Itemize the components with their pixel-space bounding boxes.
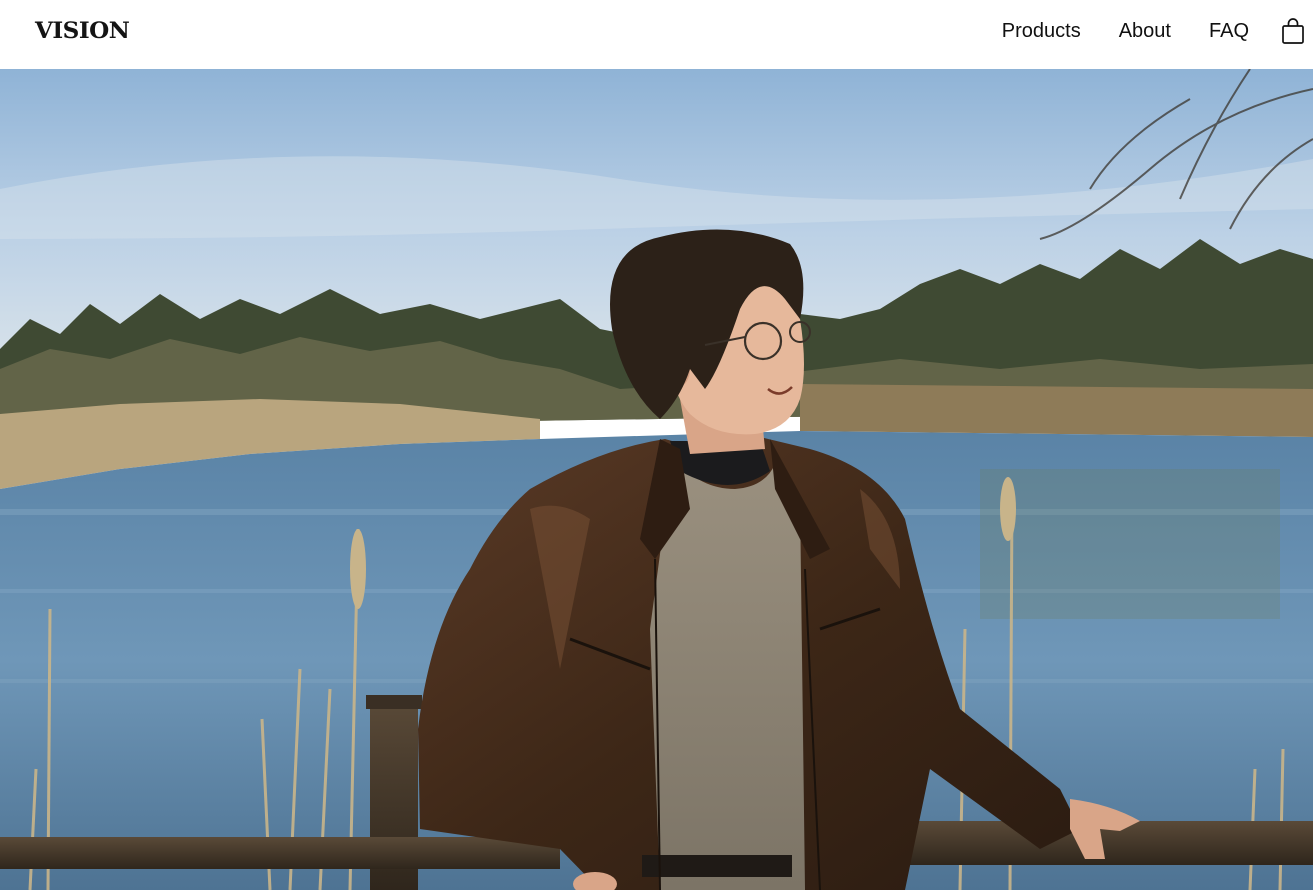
nav-link-products[interactable]: Products xyxy=(1002,19,1081,43)
site-header: VISION Products About FAQ xyxy=(0,0,1313,69)
nav-link-about[interactable]: About xyxy=(1119,19,1171,43)
main-nav: Products About FAQ xyxy=(1002,19,1249,43)
nav-link-faq[interactable]: FAQ xyxy=(1209,19,1249,43)
hero-photo xyxy=(0,69,1313,890)
cart-button[interactable] xyxy=(1281,17,1305,45)
brand-logo[interactable]: VISION xyxy=(35,17,130,45)
shopping-bag-icon xyxy=(1282,18,1304,44)
hero-image xyxy=(0,69,1313,890)
